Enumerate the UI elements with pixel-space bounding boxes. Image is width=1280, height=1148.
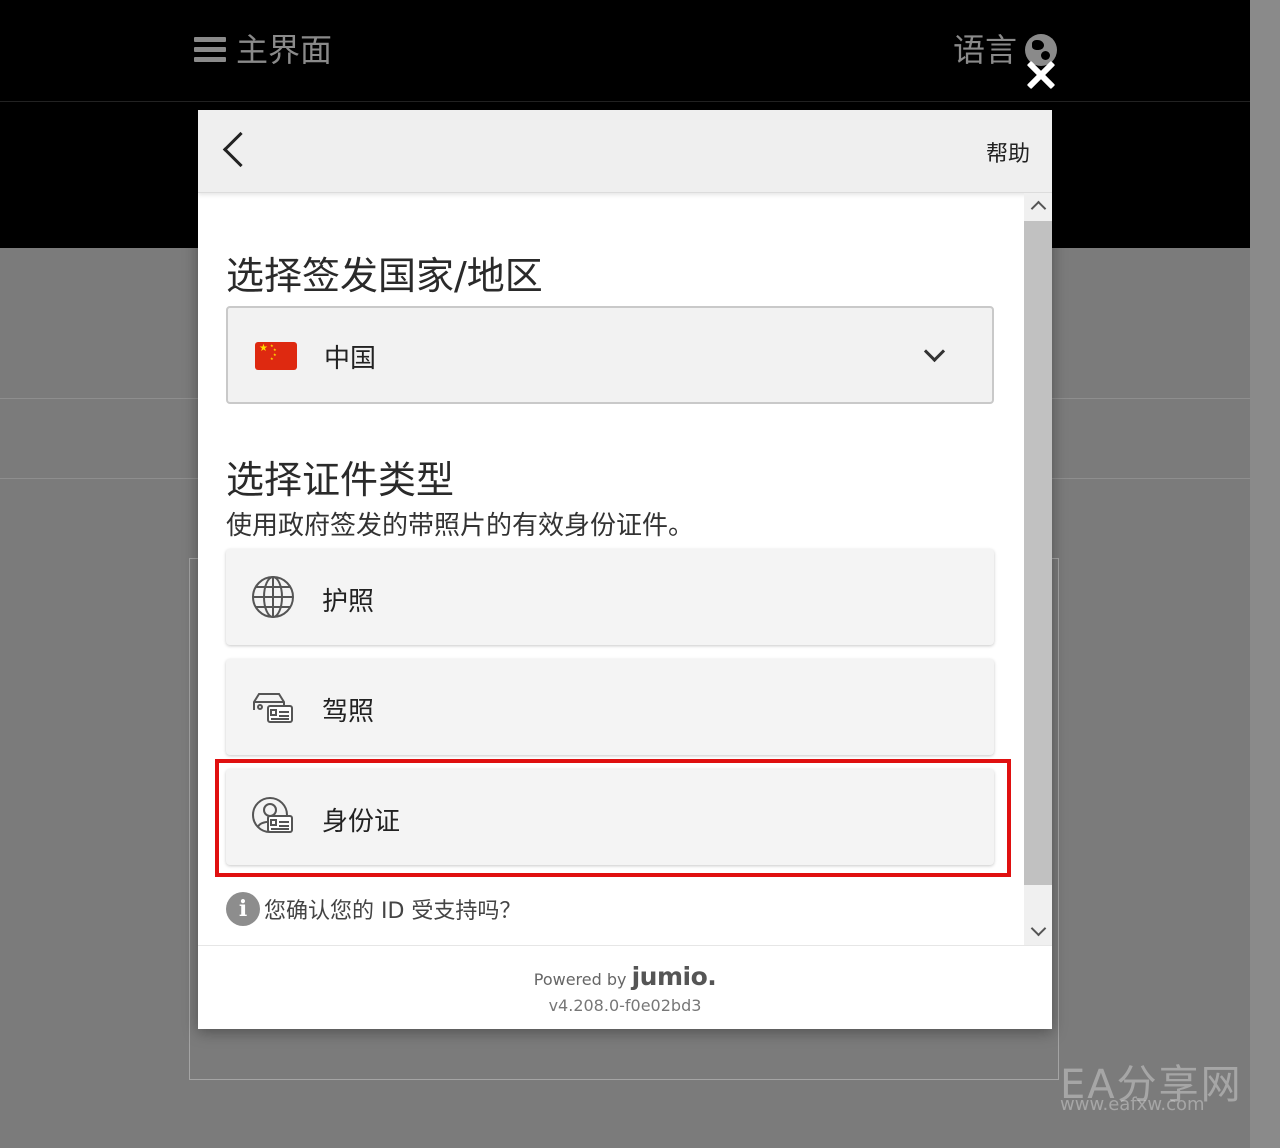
version-text: v4.208.0-f0e02bd3	[548, 996, 702, 1015]
id-card-icon	[252, 797, 293, 833]
verification-dialog: 帮助 选择签发国家/地区 ★ ★ ★ ★ ★ 中国 选择证件类型 使用政府签发的…	[198, 110, 1052, 1029]
scrollbar[interactable]	[1024, 193, 1052, 945]
chevron-left-icon	[222, 131, 259, 168]
dialog-footer: Powered by jumio. v4.208.0-f0e02bd3	[198, 945, 1052, 1029]
hamburger-icon	[194, 37, 226, 63]
chevron-down-icon	[923, 340, 946, 363]
chevron-down-icon	[1030, 920, 1047, 937]
globe-icon	[252, 576, 294, 618]
info-icon: i	[226, 892, 260, 926]
watermark-url: www.eafxw.com	[1060, 1094, 1205, 1115]
language-label: 语言	[953, 31, 1018, 69]
dialog-body: 选择签发国家/地区 ★ ★ ★ ★ ★ 中国 选择证件类型 使用政府签发的带照片…	[198, 193, 1024, 945]
scrollbar-thumb[interactable]	[1024, 221, 1052, 885]
doc-option-passport[interactable]: 护照	[226, 549, 994, 645]
country-dropdown[interactable]: ★ ★ ★ ★ ★ 中国	[226, 306, 994, 404]
scroll-up-button[interactable]	[1024, 193, 1052, 221]
scroll-down-button[interactable]	[1024, 917, 1052, 945]
doc-option-label: 身份证	[322, 807, 401, 837]
supported-id-link[interactable]: i 您确认您的 ID 受支持吗？	[226, 892, 521, 926]
country-section-title: 选择签发国家/地区	[226, 254, 543, 298]
top-bar	[0, 0, 1250, 102]
china-flag-icon: ★ ★ ★ ★ ★	[255, 342, 297, 370]
driver-license-icon	[253, 693, 293, 723]
selected-country: 中国	[324, 344, 377, 374]
document-section-title: 选择证件类型	[226, 458, 455, 502]
powered-by-text: Powered by	[533, 970, 627, 989]
doc-option-id-card[interactable]: 身份证	[226, 769, 994, 865]
doc-option-label: 护照	[322, 587, 375, 617]
dialog-header: 帮助	[198, 110, 1052, 193]
main-menu-button[interactable]: 主界面	[194, 30, 332, 70]
doc-option-label: 驾照	[322, 697, 375, 727]
main-menu-label: 主界面	[236, 31, 333, 69]
doc-option-driver-license[interactable]: 驾照	[226, 659, 994, 755]
help-button[interactable]: 帮助	[986, 136, 1030, 168]
back-button[interactable]	[214, 130, 259, 174]
supported-id-text: 您确认您的 ID 受支持吗？	[264, 899, 522, 924]
document-section-subtitle: 使用政府签发的带照片的有效身份证件。	[226, 511, 695, 541]
page-edge	[1250, 0, 1280, 1148]
close-button[interactable]	[1022, 56, 1060, 94]
chevron-up-icon	[1030, 200, 1047, 217]
powered-by: Powered by jumio.	[198, 962, 1052, 991]
jumio-logo: jumio.	[631, 962, 717, 991]
